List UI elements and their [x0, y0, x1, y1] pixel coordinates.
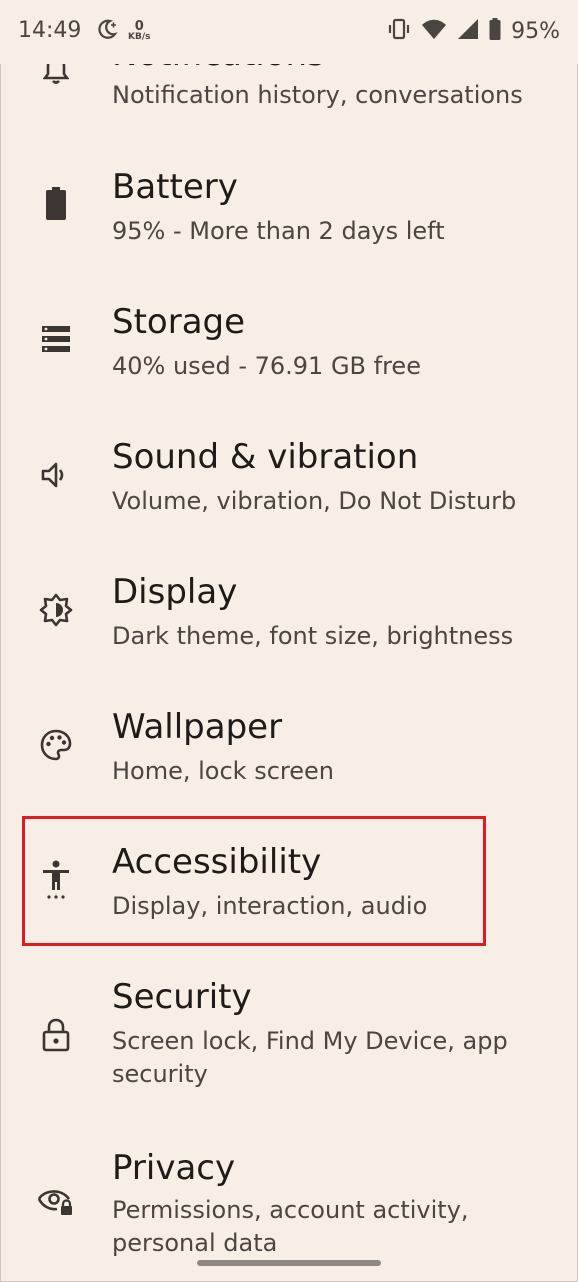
lock-icon — [36, 1015, 76, 1055]
do-not-disturb-moon-icon — [96, 18, 118, 44]
data-rate-unit: KB/s — [128, 32, 151, 42]
status-left-icons: 0 KB/s — [96, 18, 150, 44]
status-bar: 14:49 0 KB/s 95% — [0, 0, 578, 64]
privacy-eye-icon — [36, 1182, 76, 1222]
settings-item-subtitle: Permissions, account activity, personal … — [112, 1196, 469, 1257]
status-right-icons: 95% — [387, 18, 560, 44]
settings-item-title: Security — [112, 977, 252, 1017]
settings-item-subtitle: Home, lock screen — [112, 757, 334, 785]
settings-item-subtitle: Notification history, conversations — [112, 81, 523, 109]
storage-icon — [36, 319, 76, 359]
battery-icon — [489, 18, 501, 44]
settings-item-sound-vibration[interactable]: Sound & vibration Volume, vibration, Do … — [0, 405, 578, 540]
settings-item-security[interactable]: Security Screen lock, Find My Device, ap… — [0, 945, 578, 1110]
settings-item-title: Privacy — [112, 1148, 236, 1188]
palette-icon — [36, 725, 76, 765]
settings-item-title: Storage — [112, 302, 246, 342]
settings-item-privacy[interactable]: Privacy Permissions, account activity, p… — [0, 1110, 578, 1282]
speaker-icon — [36, 455, 76, 495]
battery-icon — [36, 184, 76, 224]
settings-item-subtitle: Screen lock, Find My Device, app securit… — [112, 1027, 508, 1088]
settings-item-subtitle: 95% - More than 2 days left — [112, 217, 445, 245]
settings-item-subtitle: Dark theme, font size, brightness — [112, 622, 514, 650]
vibrate-icon — [387, 18, 411, 44]
settings-item-title: Wallpaper — [112, 707, 283, 747]
settings-item-battery[interactable]: Battery 95% - More than 2 days left — [0, 135, 578, 270]
gesture-nav-bar[interactable] — [197, 1260, 381, 1266]
cell-signal-icon — [457, 18, 479, 44]
settings-item-title: Display — [112, 572, 238, 612]
status-time: 14:49 — [18, 18, 82, 43]
settings-item-wallpaper[interactable]: Wallpaper Home, lock screen — [0, 675, 578, 810]
settings-item-subtitle: Volume, vibration, Do Not Disturb — [112, 487, 517, 515]
wifi-icon — [421, 18, 447, 44]
accessibility-highlight-box — [22, 816, 486, 946]
battery-percent: 95% — [511, 18, 560, 44]
data-rate-indicator: 0 KB/s — [128, 20, 150, 42]
settings-item-storage[interactable]: Storage 40% used - 76.91 GB free — [0, 270, 578, 405]
settings-item-title: Sound & vibration — [112, 437, 419, 477]
settings-item-subtitle: 40% used - 76.91 GB free — [112, 352, 421, 380]
settings-item-title: Battery — [112, 167, 238, 207]
brightness-icon — [36, 590, 76, 630]
settings-item-display[interactable]: Display Dark theme, font size, brightnes… — [0, 540, 578, 675]
